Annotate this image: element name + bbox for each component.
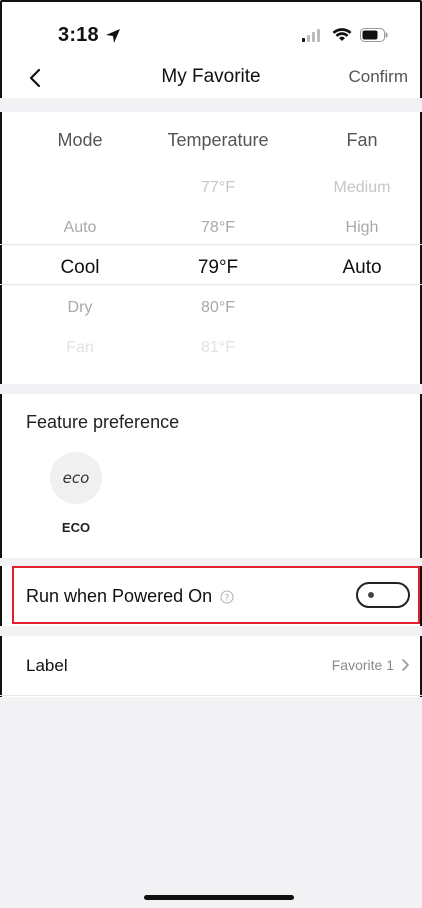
fan-header: Fan <box>346 130 378 150</box>
temperature-option-selected[interactable]: 79°F <box>148 248 288 288</box>
fan-wheel[interactable]: Fan Medium High Auto <box>292 112 422 368</box>
feature-preference-section: Feature preference eco ECO <box>0 394 422 558</box>
fan-option[interactable]: High <box>292 208 422 248</box>
label-value: Favorite 1 <box>332 657 410 673</box>
location-arrow-icon <box>105 28 120 43</box>
temperature-option[interactable]: 77°F <box>148 168 288 208</box>
mode-option-selected[interactable]: Cool <box>10 248 150 288</box>
feature-preference-title: Feature preference <box>26 412 180 432</box>
fan-option[interactable]: Medium <box>292 168 422 208</box>
home-indicator[interactable] <box>144 895 294 900</box>
status-bar: 3:18 <box>0 0 422 64</box>
fan-option-selected[interactable]: Auto <box>292 248 422 288</box>
wifi-icon <box>332 28 352 41</box>
mode-wheel[interactable]: Mode Auto Cool Dry Fan <box>10 112 150 368</box>
temperature-wheel[interactable]: Temperature 77°F 78°F 79°F 80°F 81°F <box>148 112 288 368</box>
run-when-powered-on-label: Run when Powered On ? <box>26 586 234 607</box>
mode-temperature-fan-picker[interactable]: Mode Auto Cool Dry Fan Temperature 77°F … <box>0 112 422 384</box>
section-divider <box>0 558 422 566</box>
fan-option[interactable] <box>292 328 422 368</box>
cellular-signal-icon <box>302 28 320 42</box>
temperature-option[interactable]: 80°F <box>148 288 288 328</box>
label-title: Label <box>26 656 68 675</box>
status-time-text: 3:18 <box>58 24 99 46</box>
mode-option[interactable] <box>10 168 150 208</box>
chevron-right-icon <box>402 659 409 671</box>
temperature-option[interactable]: 78°F <box>148 208 288 248</box>
status-icons <box>302 27 388 42</box>
section-divider <box>0 98 422 112</box>
status-time: 3:18 <box>58 24 121 47</box>
battery-icon <box>360 27 388 42</box>
svg-text:?: ? <box>225 593 230 603</box>
confirm-button[interactable]: Confirm <box>348 67 408 87</box>
empty-area <box>0 697 422 908</box>
run-when-powered-on-text: Run when Powered On <box>26 586 213 606</box>
run-when-powered-on-row: Run when Powered On ? <box>12 566 420 624</box>
temperature-option[interactable]: 81°F <box>148 328 288 368</box>
section-divider <box>0 626 422 636</box>
run-when-powered-on-toggle[interactable] <box>356 582 410 608</box>
label-value-text: Favorite 1 <box>331 657 394 673</box>
mode-option[interactable]: Auto <box>10 208 150 248</box>
label-row[interactable]: Label Favorite 1 <box>0 636 422 696</box>
nav-bar: My Favorite Confirm <box>0 58 422 98</box>
eco-icon: eco <box>63 469 90 487</box>
mode-option[interactable]: Dry <box>10 288 150 328</box>
section-divider <box>0 384 422 394</box>
eco-button[interactable]: eco <box>50 452 102 504</box>
fan-option[interactable] <box>292 288 422 328</box>
eco-label: ECO <box>61 520 91 535</box>
mode-header: Mode <box>57 130 103 150</box>
temperature-header: Temperature <box>167 130 269 150</box>
mode-option[interactable]: Fan <box>10 328 150 368</box>
svg-text:eco: eco <box>63 469 90 487</box>
toggle-knob <box>368 592 374 598</box>
help-icon[interactable]: ? <box>220 590 234 604</box>
